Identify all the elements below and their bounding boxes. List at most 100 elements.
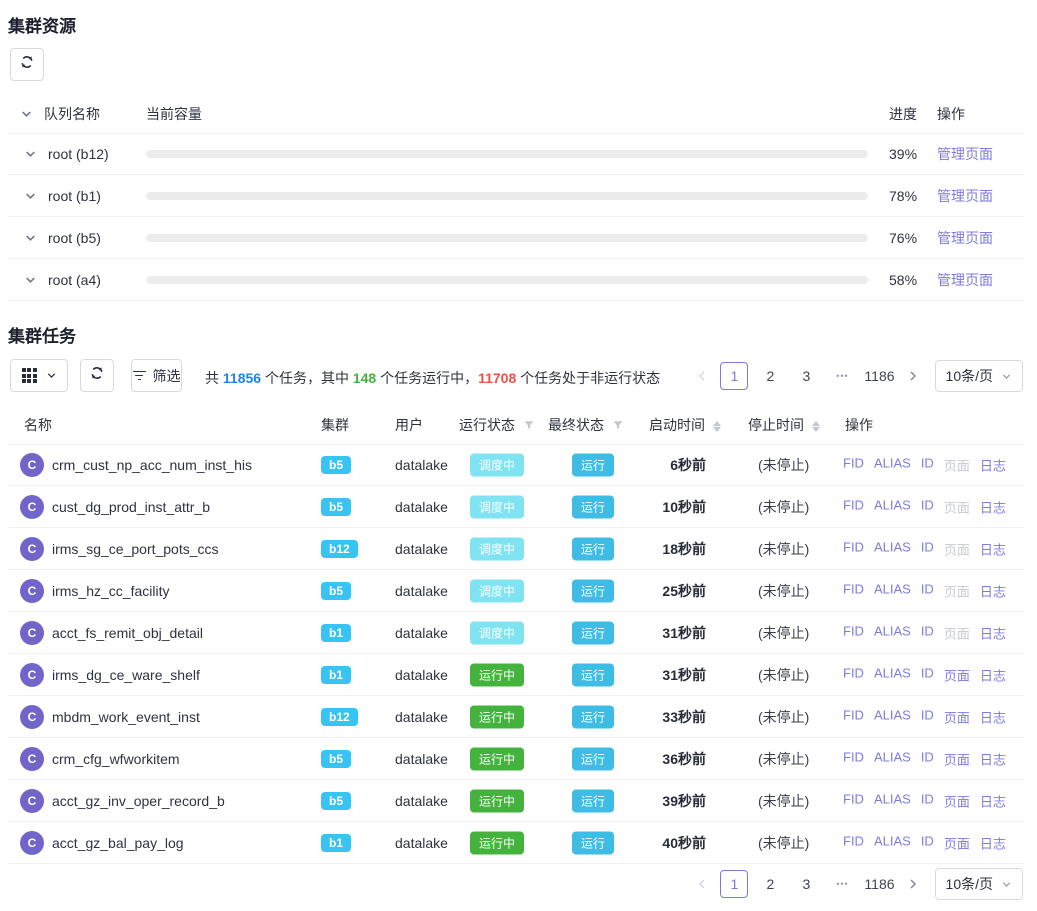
expand-chevron-icon[interactable] (24, 189, 37, 202)
op-alias-link[interactable]: ALIAS (874, 581, 911, 600)
final-status-badge: 运行 (572, 537, 614, 560)
op-id-link[interactable]: ID (921, 581, 934, 600)
op-log-link[interactable]: 日志 (980, 707, 1006, 726)
manage-page-link[interactable]: 管理页面 (937, 186, 993, 206)
op-fid-link[interactable]: FID (843, 497, 864, 516)
cluster-badge: b5 (321, 792, 351, 810)
op-alias-link[interactable]: ALIAS (874, 455, 911, 474)
op-id-link[interactable]: ID (921, 665, 934, 684)
op-alias-link[interactable]: ALIAS (874, 665, 911, 684)
op-page-link: 页面 (944, 455, 970, 474)
task-name: acct_fs_remit_obj_detail (52, 625, 203, 641)
page-last[interactable]: 1186 (864, 362, 894, 390)
op-page-link[interactable]: 页面 (944, 707, 970, 726)
task-user: datalake (395, 541, 448, 557)
filter-funnel-icon[interactable] (612, 419, 624, 431)
task-operations: FID ALIAS ID 页面日志 (843, 455, 1006, 474)
task-name: irms_hz_cc_facility (52, 583, 169, 599)
op-log-link[interactable]: 日志 (980, 497, 1006, 516)
prev-page-icon[interactable] (692, 870, 712, 898)
page-2[interactable]: 2 (756, 362, 784, 390)
manage-page-link[interactable]: 管理页面 (937, 228, 993, 248)
sorter-icon[interactable] (713, 421, 721, 432)
page-1[interactable]: 1 (720, 362, 748, 390)
capacity-progress (146, 192, 868, 200)
page-1[interactable]: 1 (720, 870, 748, 898)
op-fid-link[interactable]: FID (843, 833, 864, 852)
op-log-link[interactable]: 日志 (980, 665, 1006, 684)
op-log-link[interactable]: 日志 (980, 455, 1006, 474)
op-id-link[interactable]: ID (921, 623, 934, 642)
op-fid-link[interactable]: FID (843, 581, 864, 600)
op-fid-link[interactable]: FID (843, 791, 864, 810)
manage-page-link[interactable]: 管理页面 (937, 270, 993, 290)
op-page-link[interactable]: 页面 (944, 749, 970, 768)
cluster-badge: b5 (321, 498, 351, 516)
prev-page-icon[interactable] (692, 362, 712, 390)
expand-chevron-icon[interactable] (24, 147, 37, 160)
resources-refresh-button[interactable] (10, 48, 44, 81)
op-fid-link[interactable]: FID (843, 623, 864, 642)
op-fid-link[interactable]: FID (843, 539, 864, 558)
tasks-refresh-button[interactable] (80, 359, 114, 392)
op-id-link[interactable]: ID (921, 833, 934, 852)
queue-name: root (b5) (48, 230, 101, 246)
collapse-all-chevron-icon[interactable] (20, 108, 33, 121)
op-fid-link[interactable]: FID (843, 665, 864, 684)
task-operations: FID ALIAS ID 页面日志 (843, 665, 1006, 684)
task-row: C acct_gz_inv_oper_record_b b5 datalake … (8, 780, 1024, 822)
op-id-link[interactable]: ID (921, 497, 934, 516)
task-user: datalake (395, 709, 448, 725)
op-log-link[interactable]: 日志 (980, 539, 1006, 558)
manage-page-link[interactable]: 管理页面 (937, 144, 993, 164)
next-page-icon[interactable] (903, 362, 923, 390)
op-page-link[interactable]: 页面 (944, 665, 970, 684)
op-log-link[interactable]: 日志 (980, 791, 1006, 810)
op-page-link[interactable]: 页面 (944, 791, 970, 810)
task-name: irms_sg_ce_port_pots_ccs (52, 541, 219, 557)
filter-funnel-icon[interactable] (523, 419, 535, 431)
op-id-link[interactable]: ID (921, 455, 934, 474)
op-log-link[interactable]: 日志 (980, 833, 1006, 852)
op-log-link[interactable]: 日志 (980, 623, 1006, 642)
op-fid-link[interactable]: FID (843, 707, 864, 726)
stop-time: (未停止) (758, 623, 809, 643)
op-alias-link[interactable]: ALIAS (874, 623, 911, 642)
run-status-badge: 运行中 (470, 747, 524, 770)
op-alias-link[interactable]: ALIAS (874, 539, 911, 558)
op-alias-link[interactable]: ALIAS (874, 707, 911, 726)
expand-chevron-icon[interactable] (24, 273, 37, 286)
op-log-link[interactable]: 日志 (980, 749, 1006, 768)
op-alias-link[interactable]: ALIAS (874, 791, 911, 810)
page-last[interactable]: 1186 (864, 870, 894, 898)
task-row: C crm_cfg_wfworkitem b5 datalake 运行中 运行 … (8, 738, 1024, 780)
pagination-bottom: 1 2 3 ••• 1186 10条/页 (692, 868, 1023, 900)
op-page-link: 页面 (944, 623, 970, 642)
task-operations: FID ALIAS ID 页面日志 (843, 791, 1006, 810)
op-id-link[interactable]: ID (921, 539, 934, 558)
op-alias-link[interactable]: ALIAS (874, 749, 911, 768)
page-size-select[interactable]: 10条/页 (935, 360, 1023, 392)
filter-button[interactable]: 筛选 (131, 359, 182, 392)
page-3[interactable]: 3 (792, 362, 820, 390)
op-page-link[interactable]: 页面 (944, 833, 970, 852)
op-alias-link[interactable]: ALIAS (874, 497, 911, 516)
op-alias-link[interactable]: ALIAS (874, 833, 911, 852)
op-id-link[interactable]: ID (921, 707, 934, 726)
page-size-select[interactable]: 10条/页 (935, 868, 1023, 900)
page-3[interactable]: 3 (792, 870, 820, 898)
op-fid-link[interactable]: FID (843, 749, 864, 768)
op-log-link[interactable]: 日志 (980, 581, 1006, 600)
op-id-link[interactable]: ID (921, 749, 934, 768)
view-switch-button[interactable] (10, 359, 68, 392)
sorter-icon[interactable] (812, 421, 820, 432)
summary-text: 个任务运行中， (376, 370, 478, 386)
summary-text: 个任务处于非运行状态 (516, 370, 660, 386)
op-fid-link[interactable]: FID (843, 455, 864, 474)
page-2[interactable]: 2 (756, 870, 784, 898)
expand-chevron-icon[interactable] (24, 231, 37, 244)
cluster-badge: b5 (321, 582, 351, 600)
progress-percent: 58% (889, 272, 917, 288)
op-id-link[interactable]: ID (921, 791, 934, 810)
next-page-icon[interactable] (903, 870, 923, 898)
